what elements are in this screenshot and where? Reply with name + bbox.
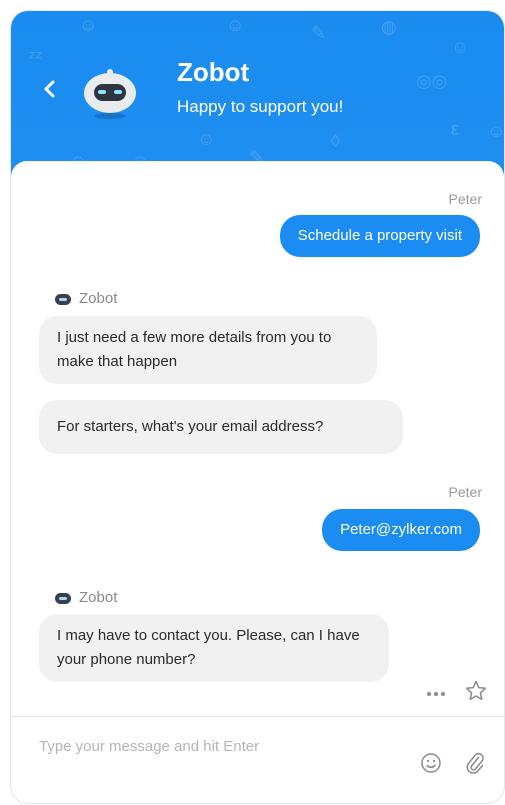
- message-actions: [426, 679, 488, 708]
- doodle-icon: ☺: [487, 121, 505, 141]
- doodle-icon: ◊: [331, 131, 340, 151]
- doodle-icon: ◎◎: [416, 71, 448, 91]
- sender-name: Zobot: [79, 589, 118, 606]
- more-dots-icon: [427, 691, 445, 696]
- doodle-icon: ☺: [197, 129, 216, 149]
- bot-sender-label: Zobot: [55, 589, 117, 606]
- star-outline-icon: [465, 680, 487, 701]
- doodle-icon: ☺: [451, 37, 470, 57]
- emoji-button[interactable]: [419, 751, 443, 780]
- chat-header: ᶻᶻ ☺ ☺ ✎ ◍ ☺ ◎◎ ε ☺ ◊ ☺ ✎ ☺ ☺ Zobot Happ…: [11, 11, 504, 186]
- user-message-bubble: Peter@zylker.com: [322, 509, 480, 551]
- doodle-icon: ε: [451, 119, 460, 139]
- user-message-bubble: Schedule a property visit: [279, 215, 480, 257]
- back-button[interactable]: [37, 76, 63, 102]
- composer-divider: [11, 716, 504, 717]
- bot-message-bubble: I just need a few more details from you …: [39, 316, 377, 384]
- rate-button[interactable]: [464, 679, 488, 708]
- bot-tagline: Happy to support you!: [177, 97, 344, 116]
- bot-message-bubble: I may have to contact you. Please, can I…: [39, 614, 389, 682]
- doodle-icon: ☺: [226, 15, 245, 35]
- message-input[interactable]: [37, 733, 371, 759]
- sender-name: Peter: [448, 484, 482, 500]
- doodle-icon: ✎: [311, 23, 327, 43]
- paperclip-icon: [466, 752, 484, 774]
- chat-thread: Peter Schedule a property visit Zobot I …: [11, 161, 504, 716]
- doodle-icon: ᶻᶻ: [29, 47, 42, 67]
- chat-widget: ᶻᶻ ☺ ☺ ✎ ◍ ☺ ◎◎ ε ☺ ◊ ☺ ✎ ☺ ☺ Zobot Happ…: [10, 10, 505, 804]
- attach-button[interactable]: [463, 751, 487, 780]
- bot-name: Zobot: [177, 57, 250, 87]
- bot-sender-label: Zobot: [55, 290, 117, 307]
- chevron-left-icon: [44, 80, 55, 98]
- emoji-icon: [421, 753, 441, 773]
- bot-message-bubble: For starters, what's your email address?: [39, 400, 403, 454]
- doodle-icon: ◍: [381, 17, 397, 37]
- sender-name: Peter: [448, 191, 482, 207]
- more-options-button[interactable]: [426, 685, 446, 703]
- bot-mini-avatar-icon: [55, 592, 71, 604]
- sender-name: Zobot: [79, 290, 118, 307]
- bot-mini-avatar-icon: [55, 293, 71, 305]
- bot-avatar: [84, 69, 136, 119]
- doodle-icon: ☺: [79, 15, 98, 35]
